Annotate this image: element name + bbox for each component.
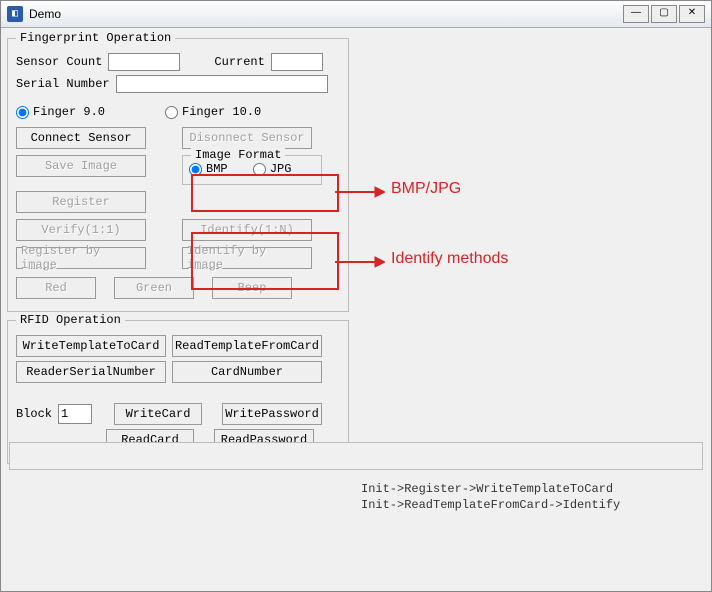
annotation-identify-methods: Identify methods: [391, 250, 508, 268]
block-label: Block: [16, 407, 52, 421]
beep-button[interactable]: Beep: [212, 277, 292, 299]
identify-by-image-button[interactable]: Identify by image: [182, 247, 312, 269]
verify-button[interactable]: Verify(1:1): [16, 219, 146, 241]
image-format-legend: Image Format: [191, 148, 285, 162]
app-window: ◧ Demo — ▢ ✕ Fingerprint Operation Senso…: [0, 0, 712, 592]
rfid-legend: RFID Operation: [16, 313, 125, 327]
current-value: [271, 53, 323, 71]
jpg-radio[interactable]: JPG: [253, 162, 292, 176]
app-icon: ◧: [7, 6, 23, 22]
arrow-icon: [335, 254, 385, 270]
titlebar: ◧ Demo — ▢ ✕: [1, 1, 711, 28]
sensor-count-value: [108, 53, 180, 71]
serial-number-label: Serial Number: [16, 77, 110, 91]
read-template-button[interactable]: ReadTemplateFromCard: [172, 335, 322, 357]
write-card-button[interactable]: WriteCard: [114, 403, 202, 425]
current-label: Current: [214, 55, 264, 69]
arrow-icon: [335, 184, 385, 200]
window-buttons: — ▢ ✕: [623, 5, 705, 23]
maximize-button[interactable]: ▢: [651, 5, 677, 23]
write-template-button[interactable]: WriteTemplateToCard: [16, 335, 166, 357]
write-password-button[interactable]: WritePassword: [222, 403, 322, 425]
fingerprint-legend: Fingerprint Operation: [16, 31, 175, 45]
finger-10-radio[interactable]: Finger 10.0: [165, 105, 261, 119]
image-format-group: Image Format BMP JPG: [182, 155, 322, 185]
connect-sensor-button[interactable]: Connect Sensor: [16, 127, 146, 149]
status-bar: [9, 442, 703, 470]
reader-serial-button[interactable]: ReaderSerialNumber: [16, 361, 166, 383]
register-button[interactable]: Register: [16, 191, 146, 213]
red-button[interactable]: Red: [16, 277, 96, 299]
window-title: Demo: [29, 7, 623, 21]
sensor-count-label: Sensor Count: [16, 55, 102, 69]
card-number-button[interactable]: CardNumber: [172, 361, 322, 383]
hint-line-2: Init->ReadTemplateFromCard->Identify: [361, 498, 620, 512]
hint-line-1: Init->Register->WriteTemplateToCard: [361, 482, 613, 496]
minimize-button[interactable]: —: [623, 5, 649, 23]
close-button[interactable]: ✕: [679, 5, 705, 23]
fingerprint-group: Fingerprint Operation Sensor Count Curre…: [7, 38, 349, 312]
identify-button[interactable]: Identify(1:N): [182, 219, 312, 241]
green-button[interactable]: Green: [114, 277, 194, 299]
save-image-button[interactable]: Save Image: [16, 155, 146, 177]
finger-9-radio[interactable]: Finger 9.0: [16, 105, 105, 119]
annotation-bmp-jpg: BMP/JPG: [391, 180, 461, 198]
disconnect-sensor-button[interactable]: Disonnect Sensor: [182, 127, 312, 149]
register-by-image-button[interactable]: Register by image: [16, 247, 146, 269]
bmp-radio[interactable]: BMP: [189, 162, 228, 176]
serial-number-value: [116, 75, 328, 93]
block-input[interactable]: [58, 404, 92, 424]
